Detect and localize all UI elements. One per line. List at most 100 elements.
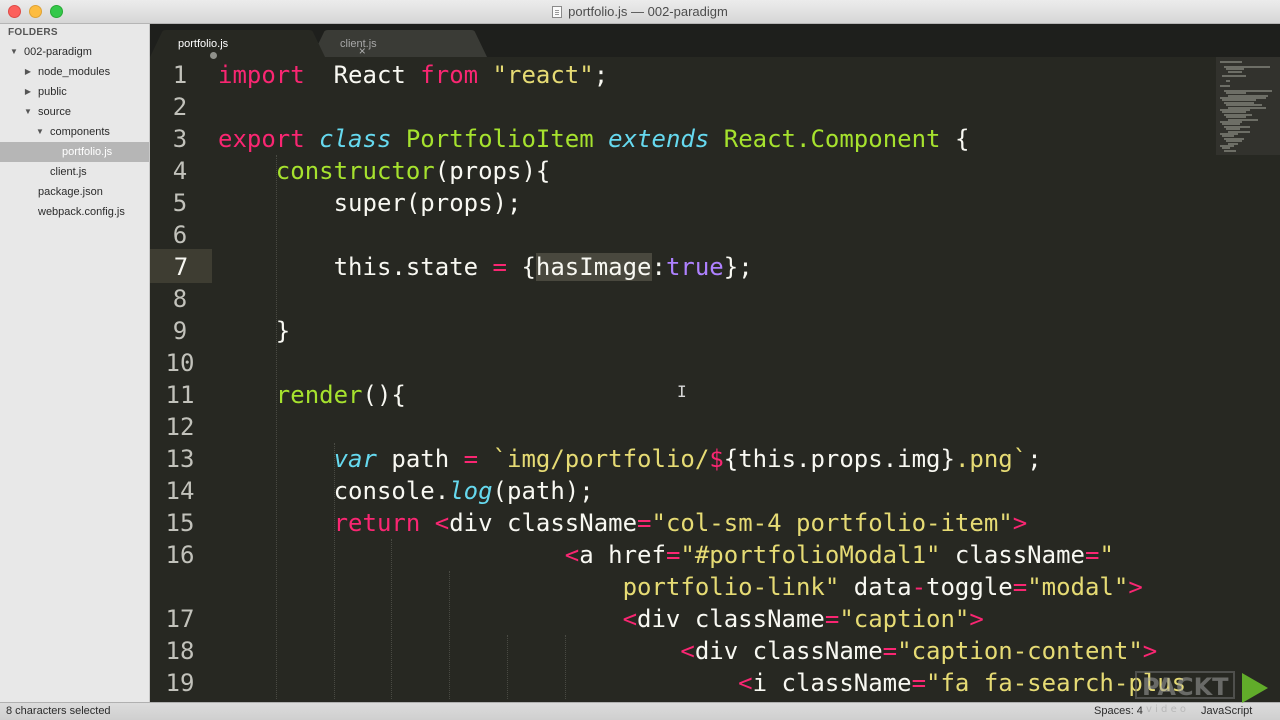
sidebar-item-label: public [38, 86, 67, 98]
code-token: hasImage [535, 253, 652, 281]
code-token: render [275, 381, 363, 409]
code-token: var [333, 445, 377, 473]
code-token: { [940, 125, 970, 153]
sidebar-item-label: components [50, 126, 110, 138]
document-icon [552, 5, 563, 18]
sidebar-item-client-js[interactable]: client.js [0, 162, 149, 182]
code-token: < [434, 509, 450, 537]
code-line[interactable]: } [218, 315, 290, 347]
line-number: 3 [172, 125, 188, 153]
code-line[interactable]: <div className="caption-content"> [218, 635, 1157, 667]
sidebar-item-portfolio-js[interactable]: portfolio.js [0, 142, 149, 162]
sidebar-item-node-modules[interactable]: ▶ node_modules [0, 62, 149, 82]
code-token: React [304, 61, 421, 89]
line-number: 18 [165, 637, 195, 665]
line-number: 13 [165, 445, 195, 473]
code-token: = [637, 509, 652, 537]
line-number: 7 [150, 251, 212, 283]
selection-status: 8 characters selected [6, 705, 111, 717]
code-line[interactable]: portfolio-link" data-toggle="modal"> [218, 571, 1143, 603]
code-token: > [969, 605, 984, 633]
sidebar-item-002-paradigm[interactable]: ▼ 002-paradigm [0, 42, 149, 62]
disclosure-open-icon[interactable]: ▼ [10, 48, 18, 56]
window-controls [8, 5, 63, 18]
sidebar-item-webpack-config-js[interactable]: webpack.config.js [0, 202, 149, 222]
line-number: 16 [165, 541, 195, 569]
code-token: = [492, 253, 507, 281]
sidebar-item-public[interactable]: ▶ public [0, 82, 149, 102]
sidebar-item-label: node_modules [38, 66, 111, 78]
code-token: > [1128, 573, 1143, 601]
line-number: 12 [165, 413, 195, 441]
code-token: div className [694, 637, 883, 665]
window-title-text: portfolio.js — 002-paradigm [568, 4, 728, 19]
code-token: import [218, 61, 305, 89]
code-line[interactable]: <a href="#portfolioModal1" className=" [218, 539, 1114, 571]
code-token: div className [449, 509, 638, 537]
line-number: 6 [172, 221, 188, 249]
code-line[interactable]: var path = `img/portfolio/${this.props.i… [218, 443, 1042, 475]
sidebar-item-package-json[interactable]: package.json [0, 182, 149, 202]
code-editor[interactable]: 1 2 3 4 5 6 7 8 9 10 11 12 13 14 15 16 17 18 19 import Rea… [150, 57, 1280, 702]
tab-shape [312, 30, 487, 57]
code-token: `img/portfolio/ [492, 445, 710, 473]
code-line[interactable]: render(){ [218, 379, 406, 411]
disclosure-open-icon[interactable]: ▼ [24, 108, 32, 116]
minimize-window-button[interactable] [29, 5, 42, 18]
code-token: : [651, 253, 666, 281]
code-token: return [333, 509, 421, 537]
sidebar-item-label: client.js [50, 166, 87, 178]
code-token: className [940, 541, 1085, 569]
code-token: "react" [492, 61, 594, 89]
code-token: (path); [492, 477, 594, 505]
code-token: }; [723, 253, 753, 281]
text-cursor-icon: I [677, 382, 687, 401]
code-line[interactable]: console.log(path); [218, 475, 594, 507]
code-token: super(props); [218, 189, 522, 217]
minimap-line [1224, 149, 1236, 152]
code-token: = [463, 445, 479, 473]
code-token: .png` [954, 445, 1028, 473]
minimap-line [1222, 75, 1246, 78]
code-token: = [1084, 541, 1100, 569]
code-token: (){ [362, 381, 406, 409]
tab-portfolio-js[interactable]: portfolio.js [150, 30, 325, 59]
minimap-line [1220, 61, 1242, 63]
disclosure-open-icon[interactable]: ▼ [36, 128, 44, 136]
code-line[interactable]: constructor(props){ [218, 155, 551, 187]
maximize-window-button[interactable] [50, 5, 63, 18]
code-line[interactable]: this.state = {hasImage:true}; [218, 251, 753, 283]
sidebar-item-label: 002-paradigm [24, 46, 92, 58]
tab-client-js[interactable]: client.js × [312, 30, 487, 58]
disclosure-closed-icon[interactable]: ▶ [24, 68, 32, 76]
disclosure-closed-icon[interactable]: ▶ [24, 88, 32, 96]
code-token: {this.props.img} [723, 445, 955, 473]
line-number: 11 [165, 381, 195, 409]
code-token: { [507, 253, 536, 281]
code-token: > [1012, 509, 1028, 537]
code-line[interactable]: super(props); [218, 187, 522, 219]
svg-text:PACKT: PACKT [1142, 673, 1229, 701]
sidebar-item-source[interactable]: ▼ source [0, 102, 149, 122]
sidebar-item-components[interactable]: ▼ components [0, 122, 149, 142]
svg-text:v i d e o: v i d e o [1146, 704, 1186, 715]
sidebar-item-label: webpack.config.js [38, 206, 125, 218]
minimap[interactable] [1216, 57, 1280, 157]
code-token: toggle [926, 573, 1013, 601]
code-line[interactable]: return <div className="col-sm-4 portfoli… [218, 507, 1028, 539]
code-token: = [882, 637, 898, 665]
line-number: 8 [172, 285, 188, 313]
code-token: PortfolioItem [405, 125, 594, 153]
folders-header: FOLDERS [8, 27, 58, 38]
code-line[interactable]: export class PortfolioItem extends React… [218, 123, 969, 155]
close-tab-icon[interactable]: × [359, 44, 366, 58]
code-token: "col-sm-4 portfolio-item" [651, 509, 1013, 537]
code-line[interactable]: <i className="fa fa-search-plus [218, 667, 1186, 699]
code-token: "caption" [839, 605, 970, 633]
code-line[interactable]: import React from "react"; [218, 59, 608, 91]
close-window-button[interactable] [8, 5, 21, 18]
